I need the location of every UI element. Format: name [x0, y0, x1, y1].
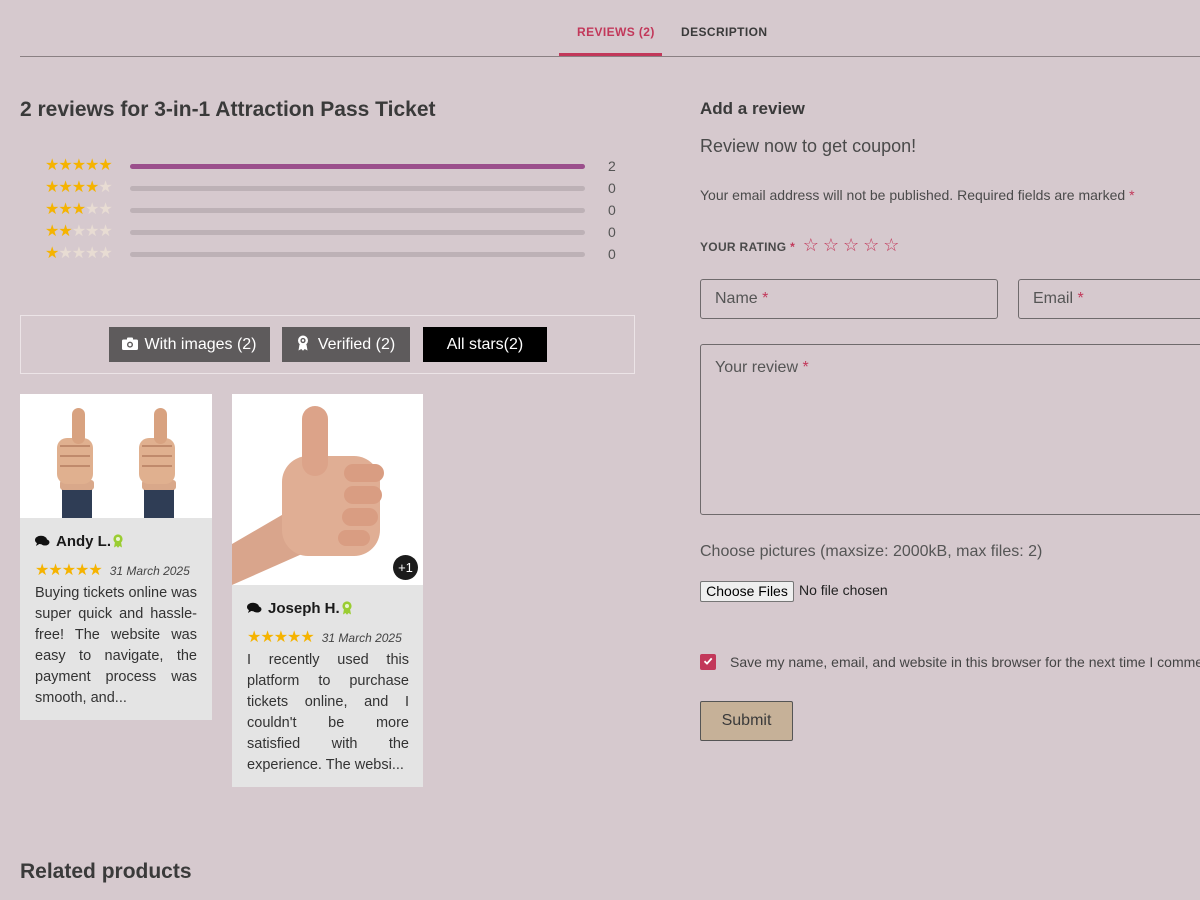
email-field[interactable]: Email *: [1018, 279, 1200, 319]
name-placeholder: Name *: [715, 290, 769, 307]
product-tabs: REVIEWS (2) DESCRIPTION: [20, 0, 1200, 57]
required-note: Your email address will not be published…: [700, 187, 1135, 203]
active-tab-indicator: [559, 53, 662, 56]
rating-count: 2: [608, 158, 616, 174]
two-thumbs-up-photo: [20, 394, 212, 518]
rating-star-2[interactable]: ☆: [823, 235, 839, 255]
review-photo-thumbs-up[interactable]: [20, 394, 212, 518]
reviewer-name: Andy L.: [56, 533, 111, 550]
review-rating: ★★★★★ 31 March 2025: [247, 627, 402, 647]
review-card[interactable]: +1 Joseph H. ★★★★★ 31 March 2025 I recent…: [232, 394, 423, 787]
reviewer-row: Joseph H.: [247, 600, 353, 617]
email-placeholder: Email *: [1033, 290, 1084, 307]
rating-bar-track: [130, 186, 585, 191]
reviews-title: 2 reviews for 3-in-1 Attraction Pass Tic…: [20, 98, 436, 121]
choose-pictures-label: Choose pictures (maxsize: 2000kB, max fi…: [700, 543, 1043, 560]
rating-row-1[interactable]: ★★★★★ 0: [45, 244, 625, 264]
reviewer-row: Andy L.: [35, 533, 124, 550]
rating-row-4[interactable]: ★★★★★ 0: [45, 178, 625, 198]
filter-all-stars-button[interactable]: All stars(2): [423, 327, 547, 362]
rating-star-4[interactable]: ☆: [863, 235, 879, 255]
filter-verified-label: Verified (2): [317, 336, 396, 353]
your-rating-label: YOUR RATING: [700, 240, 787, 254]
camera-icon: [122, 337, 139, 350]
verified-badge-icon: [113, 534, 123, 548]
award-icon: [297, 335, 308, 351]
review-text: I recently used this platform to purchas…: [247, 652, 409, 773]
no-file-status: No file chosen: [799, 582, 888, 598]
rating-count: 0: [608, 246, 616, 262]
review-date: 31 March 2025: [109, 564, 190, 578]
add-review-title: Add a review: [700, 99, 805, 118]
rating-stars-4: ★★★★★: [45, 179, 113, 196]
rating-bar-track: [130, 208, 585, 213]
review-photo-thumb-up[interactable]: [232, 394, 423, 585]
tab-description[interactable]: DESCRIPTION: [681, 25, 767, 39]
save-info-label: Save my name, email, and website in this…: [730, 654, 1200, 670]
thumb-up-photo: [232, 394, 423, 585]
coupon-notice: Review now to get coupon!: [700, 136, 917, 156]
review-textarea[interactable]: Your review *: [700, 344, 1200, 515]
rating-bar-track: [130, 164, 585, 169]
verified-badge-icon: [342, 601, 352, 615]
choose-files-button[interactable]: Choose Files: [700, 581, 794, 602]
filter-with-images-label: With images (2): [144, 336, 257, 353]
tab-reviews[interactable]: REVIEWS (2): [577, 25, 655, 39]
rating-row-5[interactable]: ★★★★★ 2: [45, 156, 625, 176]
rating-bar-track: [130, 230, 585, 235]
rating-star-3[interactable]: ☆: [843, 235, 859, 255]
filter-all-stars-label: All stars(2): [446, 336, 524, 353]
comments-icon: [247, 602, 262, 613]
required-note-text: Your email address will not be published…: [700, 187, 1126, 203]
comments-icon: [35, 535, 50, 546]
rating-stars-1: ★★★★★: [45, 245, 113, 262]
reviewer-name: Joseph H.: [268, 600, 340, 617]
review-rating: ★★★★★ 31 March 2025: [35, 560, 190, 580]
rating-stars-2: ★★★★★: [45, 223, 113, 240]
rating-count: 0: [608, 224, 616, 240]
review-text: Buying tickets online was super quick an…: [35, 585, 197, 706]
review-card[interactable]: Andy L. ★★★★★ 31 March 2025 Buying ticket…: [20, 394, 212, 720]
required-mark: *: [790, 240, 796, 254]
your-rating: YOUR RATING * ☆ ☆ ☆ ☆ ☆: [700, 235, 899, 256]
filter-verified-button[interactable]: Verified (2): [282, 327, 410, 362]
required-mark: *: [1129, 187, 1135, 203]
review-filters: With images (2) Verified (2) All stars(2…: [20, 315, 635, 374]
rating-row-3[interactable]: ★★★★★ 0: [45, 200, 625, 220]
review-placeholder: Your review *: [715, 359, 809, 376]
rating-row-2[interactable]: ★★★★★ 0: [45, 222, 625, 242]
review-date: 31 March 2025: [321, 631, 402, 645]
review-stars: ★★★★★: [35, 562, 103, 579]
name-field[interactable]: Name *: [700, 279, 998, 319]
rating-star-1[interactable]: ☆: [803, 235, 819, 255]
rating-stars-5: ★★★★★: [45, 157, 113, 174]
rating-bar-track: [130, 252, 585, 257]
filter-with-images-button[interactable]: With images (2): [109, 327, 270, 362]
submit-button[interactable]: Submit: [700, 701, 793, 741]
rating-stars-3: ★★★★★: [45, 201, 113, 218]
rating-count: 0: [608, 180, 616, 196]
related-products-title: Related products: [20, 860, 192, 883]
save-info-checkbox[interactable]: [700, 654, 716, 670]
rating-count: 0: [608, 202, 616, 218]
rating-bar-fill: [130, 164, 585, 169]
check-icon: [703, 657, 713, 665]
more-images-badge[interactable]: +1: [393, 555, 418, 580]
rating-star-5[interactable]: ☆: [883, 235, 899, 255]
review-stars: ★★★★★: [247, 629, 315, 646]
